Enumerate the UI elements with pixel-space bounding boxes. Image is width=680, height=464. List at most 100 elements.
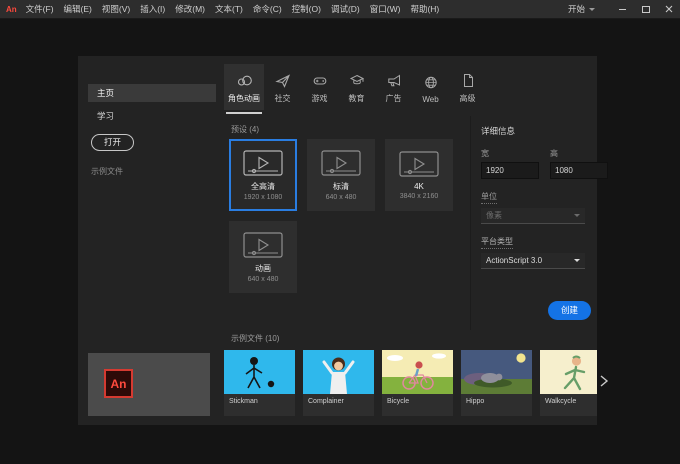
workspace-switcher[interactable]: 开始 [568, 3, 595, 15]
megaphone-icon [386, 71, 402, 88]
height-input[interactable] [550, 162, 608, 179]
bicycle-thumbnail [382, 350, 453, 394]
animate-logo-icon: An [6, 4, 17, 14]
chevron-down-icon [574, 259, 580, 262]
sidebar-item-home[interactable]: 主页 [88, 84, 216, 102]
home-screen-panel: 主页 学习 打开 示例文件 An 角色动画 社交 游戏 教育 广告 Web 高级… [78, 56, 608, 425]
preset-name: 全高清 [251, 181, 275, 191]
sample-name: Bicycle [387, 398, 410, 405]
width-field-group: 宽 [481, 148, 539, 179]
units-label: 单位 [481, 191, 497, 204]
preset-dimensions: 1920 x 1080 [243, 193, 283, 201]
graduation-cap-icon [349, 71, 365, 88]
title-bar: An 文件(F) 编辑(E) 视图(V) 插入(I) 修改(M) 文本(T) 命… [0, 0, 680, 19]
tab-label: 社交 [274, 94, 291, 103]
sample-files-header: 示例文件 (10) [231, 334, 280, 343]
preset-grid: 全高清 1920 x 1080 标清 640 x 480 4K 3840 x 2… [229, 139, 475, 293]
menu-help[interactable]: 帮助(H) [410, 3, 439, 15]
chevron-down-icon [589, 7, 595, 11]
maximize-icon [641, 5, 650, 13]
tab-social[interactable]: 社交 [264, 64, 301, 110]
preset-dimensions: 640 x 480 [325, 193, 357, 201]
menu-window[interactable]: 窗口(W) [370, 3, 401, 15]
sidebar-sample-files-label[interactable]: 示例文件 [91, 166, 123, 177]
menu-text[interactable]: 文本(T) [215, 3, 243, 15]
menu-bar: 文件(F) 编辑(E) 视图(V) 插入(I) 修改(M) 文本(T) 命令(C… [26, 3, 440, 15]
tab-label: 教育 [348, 94, 365, 103]
preset-card-sd[interactable]: 标清 640 x 480 [307, 139, 375, 211]
menu-control[interactable]: 控制(O) [292, 3, 321, 15]
tab-education[interactable]: 教育 [338, 64, 375, 110]
sidebar-item-learn[interactable]: 学习 [88, 108, 216, 124]
sample-files-row: Stickman Complainer Bicycle Hippo Walkcy… [224, 350, 597, 416]
close-button[interactable] [657, 0, 680, 18]
sample-card-walkcycle[interactable]: Walkcycle [540, 350, 597, 416]
tab-games[interactable]: 游戏 [301, 64, 338, 110]
maximize-button[interactable] [634, 0, 657, 18]
minimize-icon [619, 8, 626, 10]
width-input[interactable] [481, 162, 539, 179]
sample-name: Walkcycle [545, 398, 577, 405]
units-field-group: 单位 像素 [481, 191, 587, 236]
tab-label: 广告 [385, 94, 402, 103]
animate-app-icon: An [104, 369, 133, 398]
details-header: 详细信息 [481, 126, 516, 136]
preset-name: 动画 [255, 263, 271, 273]
height-field-group: 高 [550, 148, 608, 179]
height-label: 高 [550, 149, 558, 158]
menu-debug[interactable]: 调试(D) [331, 3, 360, 15]
platform-field-group: 平台类型 ActionScript 3.0 [481, 236, 587, 281]
chevron-down-icon [574, 214, 580, 217]
tab-advanced[interactable]: 高级 [449, 64, 486, 110]
tab-label: Web [422, 95, 439, 104]
close-icon [665, 5, 672, 13]
preset-dimensions: 3840 x 2160 [399, 192, 439, 200]
sample-card-bicycle[interactable]: Bicycle [382, 350, 453, 416]
tab-character-animation[interactable]: 角色动画 [224, 64, 264, 114]
units-dropdown[interactable]: 像素 [481, 208, 585, 224]
tab-label: 高级 [459, 94, 476, 103]
samples-next-chevron-icon[interactable] [599, 374, 609, 388]
sample-name: Stickman [229, 398, 258, 405]
preset-card-full-hd[interactable]: 全高清 1920 x 1080 [229, 139, 297, 211]
walkcycle-thumbnail [540, 350, 597, 394]
create-button[interactable]: 创建 [547, 301, 591, 320]
minimize-button[interactable] [611, 0, 634, 18]
animate-branding-card: An [88, 353, 210, 416]
video-preset-icon [243, 149, 283, 176]
platform-dropdown[interactable]: ActionScript 3.0 [481, 253, 585, 269]
tab-ads[interactable]: 广告 [375, 64, 412, 110]
sample-card-hippo[interactable]: Hippo [461, 350, 532, 416]
platform-value: ActionScript 3.0 [486, 256, 543, 265]
menu-file[interactable]: 文件(F) [26, 3, 54, 15]
preset-card-4k[interactable]: 4K 3840 x 2160 [385, 139, 453, 211]
menu-edit[interactable]: 编辑(E) [64, 3, 92, 15]
hippo-thumbnail [461, 350, 532, 394]
menu-modify[interactable]: 修改(M) [175, 3, 205, 15]
preset-dimensions: 640 x 480 [247, 275, 279, 283]
platform-label: 平台类型 [481, 236, 513, 249]
category-tabs: 角色动画 社交 游戏 教育 广告 Web 高级 [224, 64, 486, 114]
tab-web[interactable]: Web [412, 64, 449, 110]
workspace-label: 开始 [567, 4, 585, 14]
open-button[interactable]: 打开 [91, 134, 135, 151]
video-preset-icon [399, 150, 439, 177]
complainer-thumbnail [303, 350, 374, 394]
sample-card-stickman[interactable]: Stickman [224, 350, 295, 416]
sample-name: Hippo [466, 398, 485, 405]
tab-label: 游戏 [311, 94, 328, 103]
stickman-thumbnail [224, 350, 295, 394]
presets-header: 预设 (4) [231, 125, 259, 134]
menu-commands[interactable]: 命令(C) [253, 3, 282, 15]
sample-card-complainer[interactable]: Complainer [303, 350, 374, 416]
preset-name: 标清 [333, 181, 349, 191]
game-controller-icon [312, 71, 328, 88]
menu-insert[interactable]: 插入(I) [140, 3, 165, 15]
video-preset-icon [321, 149, 361, 176]
menu-view[interactable]: 视图(V) [102, 3, 130, 15]
titlebar-right: 开始 [568, 0, 680, 18]
globe-icon [423, 73, 439, 90]
preset-name: 4K [414, 181, 424, 191]
preset-card-animation[interactable]: 动画 640 x 480 [229, 221, 297, 293]
size-fields-row: 宽 高 [481, 148, 608, 179]
